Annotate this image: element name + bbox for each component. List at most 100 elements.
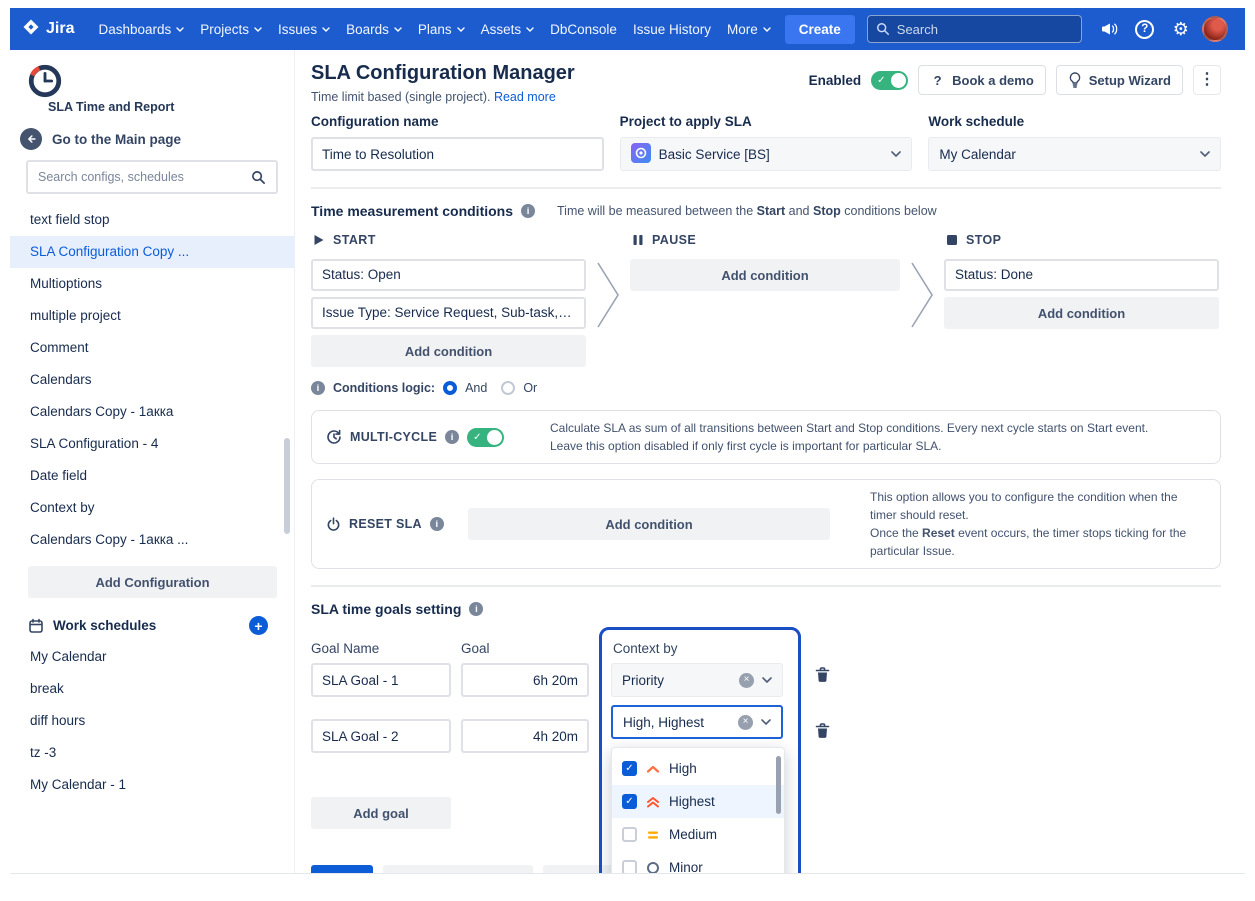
check-icon: ✓ [473, 431, 481, 444]
dropdown-scrollbar[interactable] [776, 756, 781, 814]
context-field-select[interactable]: Priority × [611, 663, 783, 697]
checkbox[interactable] [622, 794, 637, 809]
enabled-toggle[interactable]: ✓ [871, 71, 908, 90]
priority-option-minor[interactable]: Minor [612, 851, 784, 873]
work-schedules-header: Work schedules + [10, 608, 294, 641]
config-item[interactable]: text field stop [10, 204, 294, 236]
help-button[interactable]: ? [1130, 14, 1160, 44]
start-condition-issue-type[interactable]: Issue Type: Service Request, Sub-task, T… [311, 297, 586, 329]
priority-option-high[interactable]: High [612, 752, 784, 785]
nav-plans[interactable]: Plans [410, 16, 473, 43]
schedule-item[interactable]: diff hours [10, 705, 294, 737]
logic-or-radio[interactable] [501, 381, 515, 395]
info-icon[interactable]: i [445, 430, 459, 444]
goal-value-input-1[interactable] [461, 663, 589, 697]
goal-name-input-2[interactable] [311, 719, 451, 753]
delete-goal-1-button[interactable] [813, 665, 832, 688]
go-to-main-page-link[interactable]: Go to the Main page [10, 118, 294, 158]
read-more-link[interactable]: Read more [494, 90, 556, 104]
add-schedule-button[interactable]: + [249, 616, 268, 635]
info-icon[interactable]: i [469, 602, 483, 616]
config-item[interactable]: Multioptions [10, 268, 294, 300]
checkbox[interactable] [622, 827, 637, 842]
global-search-input[interactable] [897, 22, 1073, 37]
priority-option-medium[interactable]: Medium [612, 818, 784, 851]
pause-add-condition-button[interactable]: Add condition [630, 259, 900, 291]
priority-option-highest[interactable]: Highest [612, 785, 784, 818]
start-condition-status[interactable]: Status: Open [311, 259, 586, 291]
reset-add-condition-button[interactable]: Add condition [468, 508, 830, 540]
schedule-item[interactable]: My Calendar [10, 641, 294, 673]
jira-brand[interactable]: Jira [22, 18, 74, 41]
checkbox[interactable] [622, 860, 637, 873]
start-add-condition-button[interactable]: Add condition [311, 335, 586, 367]
time-measurement-title: Time measurement conditions [311, 203, 513, 219]
config-item[interactable]: SLA Configuration - 4 [10, 428, 294, 460]
add-goal-button[interactable]: Add goal [311, 797, 451, 829]
sla-app-logo-icon [26, 62, 64, 100]
nav-dbconsole[interactable]: DbConsole [542, 16, 625, 43]
history-icon [326, 429, 342, 445]
checkbox[interactable] [622, 761, 637, 776]
search-icon [876, 22, 890, 36]
context-values-select[interactable]: High, Highest × [611, 705, 783, 739]
context-by-column-header: Context by [613, 641, 678, 656]
create-button[interactable]: Create [785, 15, 855, 44]
config-item[interactable]: Calendars Copy - 1акка ... [10, 524, 294, 556]
settings-button[interactable]: ⚙ [1166, 14, 1196, 44]
config-item[interactable]: Context by [10, 492, 294, 524]
add-configuration-button[interactable]: Add Configuration [28, 566, 277, 598]
goal-value-input-2[interactable] [461, 719, 589, 753]
work-schedule-label: Work schedule [928, 114, 1221, 129]
stop-add-condition-button[interactable]: Add condition [944, 297, 1219, 329]
config-item[interactable]: Date field [10, 460, 294, 492]
config-item[interactable]: Calendars [10, 364, 294, 396]
nav-assets[interactable]: Assets [473, 16, 543, 43]
goal-name-input-1[interactable] [311, 663, 451, 697]
user-avatar[interactable] [1202, 16, 1228, 42]
time-measurement-header: Time measurement conditions i Time will … [311, 203, 1221, 219]
page-subtitle: Time limit based (single project). Read … [311, 90, 575, 104]
chevron-down-icon [457, 27, 465, 32]
logic-and-radio[interactable] [443, 381, 457, 395]
announcements-button[interactable] [1094, 14, 1124, 44]
config-item[interactable]: multiple project [10, 300, 294, 332]
nav-dashboards[interactable]: Dashboards [90, 16, 192, 43]
delete-goal-2-button[interactable] [813, 721, 832, 744]
configuration-name-label: Configuration name [311, 114, 604, 129]
flow-chevron [900, 233, 944, 331]
schedule-item[interactable]: My Calendar - 1 [10, 769, 294, 801]
config-item[interactable]: Comment [10, 332, 294, 364]
enabled-label: Enabled [809, 73, 862, 88]
sidebar-scrollbar[interactable] [284, 438, 290, 534]
schedule-item[interactable]: tz -3 [10, 737, 294, 769]
clear-icon[interactable]: × [738, 715, 753, 730]
info-icon[interactable]: i [430, 517, 444, 531]
more-options-button[interactable]: ⋮ [1193, 65, 1221, 95]
nav-issue-history[interactable]: Issue History [625, 16, 719, 43]
config-item-selected[interactable]: SLA Configuration Copy ... [10, 236, 294, 268]
global-search[interactable] [867, 15, 1082, 43]
book-demo-button[interactable]: ? Book a demo [918, 65, 1046, 95]
info-icon[interactable]: i [521, 204, 535, 218]
config-item[interactable]: Calendars Copy - 1акка [10, 396, 294, 428]
save-button[interactable]: Save [311, 865, 373, 873]
clear-icon[interactable]: × [739, 673, 754, 688]
cancel-button[interactable]: Cancel [543, 865, 614, 873]
nav-boards[interactable]: Boards [338, 16, 410, 43]
info-icon[interactable]: i [311, 381, 325, 395]
nav-projects[interactable]: Projects [192, 16, 270, 43]
nav-issues[interactable]: Issues [270, 16, 338, 43]
schedule-item[interactable]: break [10, 673, 294, 705]
priority-highest-icon [646, 795, 660, 809]
nav-more[interactable]: More [719, 16, 779, 43]
project-select[interactable]: Basic Service [BS] [620, 137, 913, 171]
multi-cycle-toggle[interactable]: ✓ [467, 428, 504, 447]
stop-condition-status[interactable]: Status: Done [944, 259, 1219, 291]
save-go-report-button[interactable]: Save & Go to report [383, 865, 533, 873]
configuration-name-input[interactable] [311, 137, 604, 171]
work-schedule-select[interactable]: My Calendar [928, 137, 1221, 171]
sidebar-search-input[interactable] [38, 170, 251, 184]
setup-wizard-button[interactable]: Setup Wizard [1056, 65, 1183, 95]
sidebar-search[interactable] [26, 160, 278, 194]
